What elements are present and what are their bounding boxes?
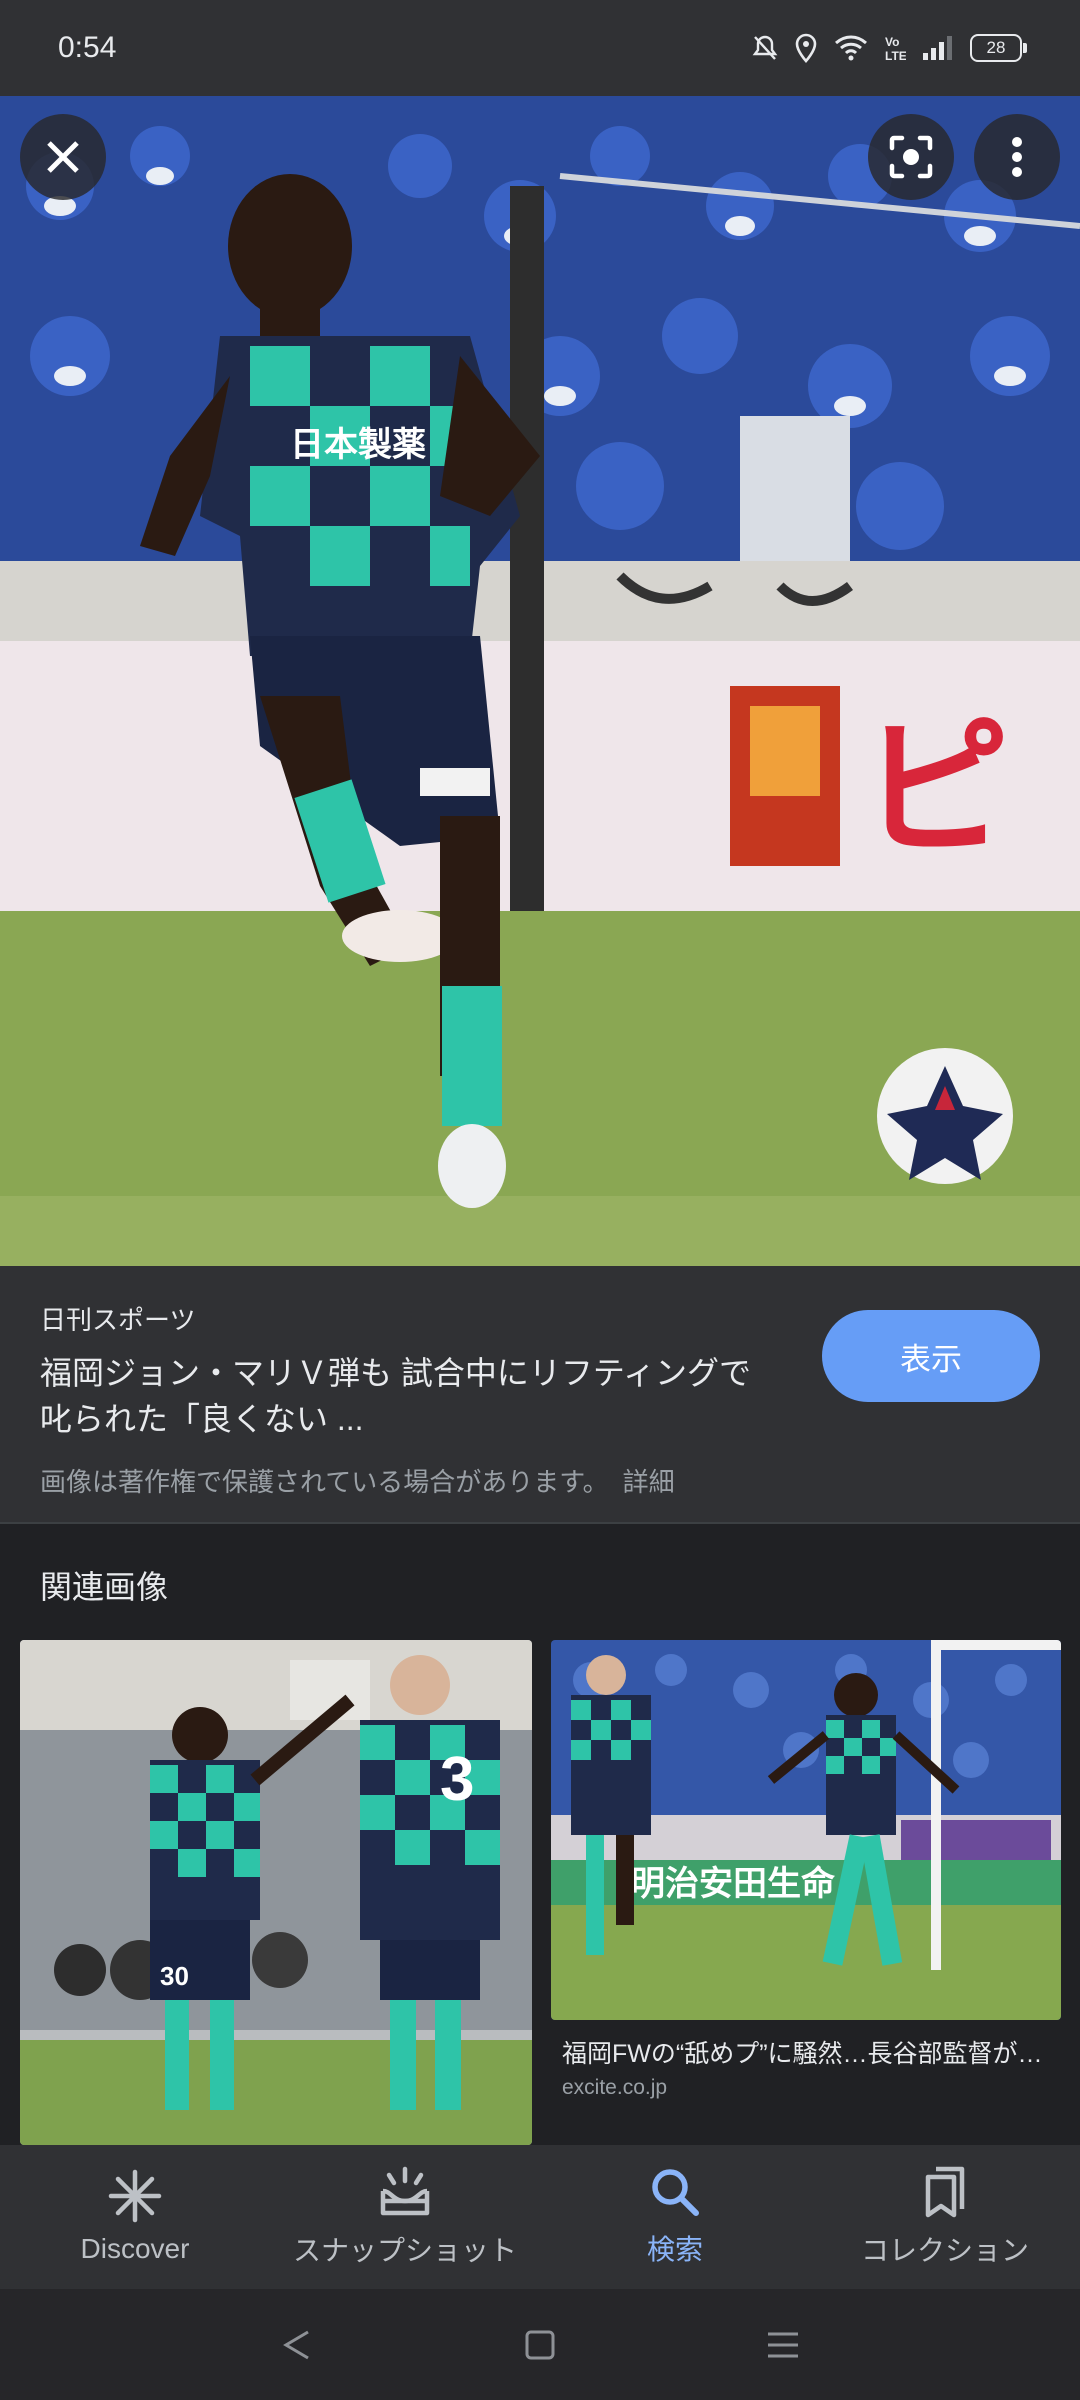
result-title-line-1: 福岡ジョン・マリＶ弾も 試合中にリフティングで bbox=[40, 1355, 751, 1391]
nav-discover-label: Discover bbox=[80, 2233, 190, 2264]
nav-snapshot[interactable]: スナップショット bbox=[270, 2145, 540, 2289]
battery-icon: 28 bbox=[970, 34, 1027, 62]
svg-text:3: 3 bbox=[440, 1745, 474, 1814]
recents-icon[interactable] bbox=[766, 2329, 800, 2361]
volte-icon: Vo LTE bbox=[885, 35, 906, 62]
search-icon bbox=[652, 2169, 699, 2216]
main-image[interactable]: ピ 日本製薬 bbox=[0, 96, 1080, 1266]
related-image-2[interactable]: 明治安田生命 bbox=[551, 1640, 1061, 2020]
wifi-icon bbox=[835, 35, 867, 61]
related-images-heading: 関連画像 bbox=[40, 1569, 169, 1605]
related-image-2-caption[interactable]: 福岡FWの“舐めプ”に騒然…長谷部監督が… bbox=[562, 2034, 1062, 2070]
details-link[interactable]: 詳細 bbox=[623, 1467, 675, 1497]
status-icons: Vo LTE 28 bbox=[752, 33, 1027, 63]
related-image-1[interactable]: 30 3 bbox=[20, 1640, 532, 2145]
status-time: 0:54 bbox=[58, 31, 117, 64]
view-button[interactable]: 表示 bbox=[822, 1310, 1040, 1402]
svg-text:LTE: LTE bbox=[885, 49, 906, 62]
nav-snapshot-label: スナップショット bbox=[292, 2235, 517, 2266]
svg-text:明治安田生命: 明治安田生命 bbox=[631, 1864, 835, 1903]
home-icon[interactable] bbox=[524, 2329, 556, 2361]
related-image-2-domain: excite.co.jp bbox=[562, 2076, 668, 2099]
nav-discover[interactable]: Discover bbox=[0, 2145, 270, 2289]
lens-button[interactable] bbox=[868, 114, 954, 200]
snapshot-icon bbox=[380, 2166, 430, 2216]
nav-collections-label: コレクション bbox=[860, 2235, 1029, 2266]
system-navigation-bar bbox=[0, 2289, 1080, 2400]
close-icon bbox=[47, 141, 79, 173]
close-button[interactable] bbox=[20, 114, 106, 200]
bottom-navigation: Discover スナップショット 検索 コレクション bbox=[0, 2145, 1080, 2289]
result-title[interactable]: 福岡ジョン・マリＶ弾も 試合中にリフティングで 叱られた「良くない ... bbox=[40, 1350, 780, 1442]
nav-search-label: 検索 bbox=[646, 2234, 703, 2265]
mute-icon bbox=[752, 35, 778, 60]
nav-collections[interactable]: コレクション bbox=[810, 2145, 1080, 2289]
result-title-line-2: 叱られた「良くない ... bbox=[40, 1401, 364, 1437]
copyright-text: 画像は著作権で保護されている場合があります。 bbox=[40, 1467, 609, 1497]
signal-icon bbox=[923, 36, 952, 60]
svg-text:日本製薬: 日本製薬 bbox=[290, 426, 426, 464]
nav-search[interactable]: 検索 bbox=[540, 2145, 810, 2289]
lens-icon bbox=[889, 135, 933, 179]
svg-text:Vo: Vo bbox=[885, 35, 899, 49]
more-vert-icon bbox=[1012, 137, 1022, 177]
result-info-panel: 日刊スポーツ 福岡ジョン・マリＶ弾も 試合中にリフティングで 叱られた「良くない… bbox=[0, 1266, 1080, 1522]
svg-text:ピ: ピ bbox=[860, 705, 1010, 873]
status-bar: 0:54 Vo LTE 28 bbox=[0, 0, 1080, 96]
collections-icon bbox=[925, 2166, 965, 2218]
back-icon[interactable] bbox=[280, 2328, 314, 2362]
more-options-button[interactable] bbox=[974, 114, 1060, 200]
divider bbox=[0, 1522, 1080, 1524]
copyright-notice: 画像は著作権で保護されている場合があります。 詳細 bbox=[40, 1462, 675, 1499]
location-icon bbox=[795, 33, 817, 63]
svg-text:30: 30 bbox=[160, 1961, 189, 1991]
discover-icon bbox=[108, 2169, 162, 2223]
